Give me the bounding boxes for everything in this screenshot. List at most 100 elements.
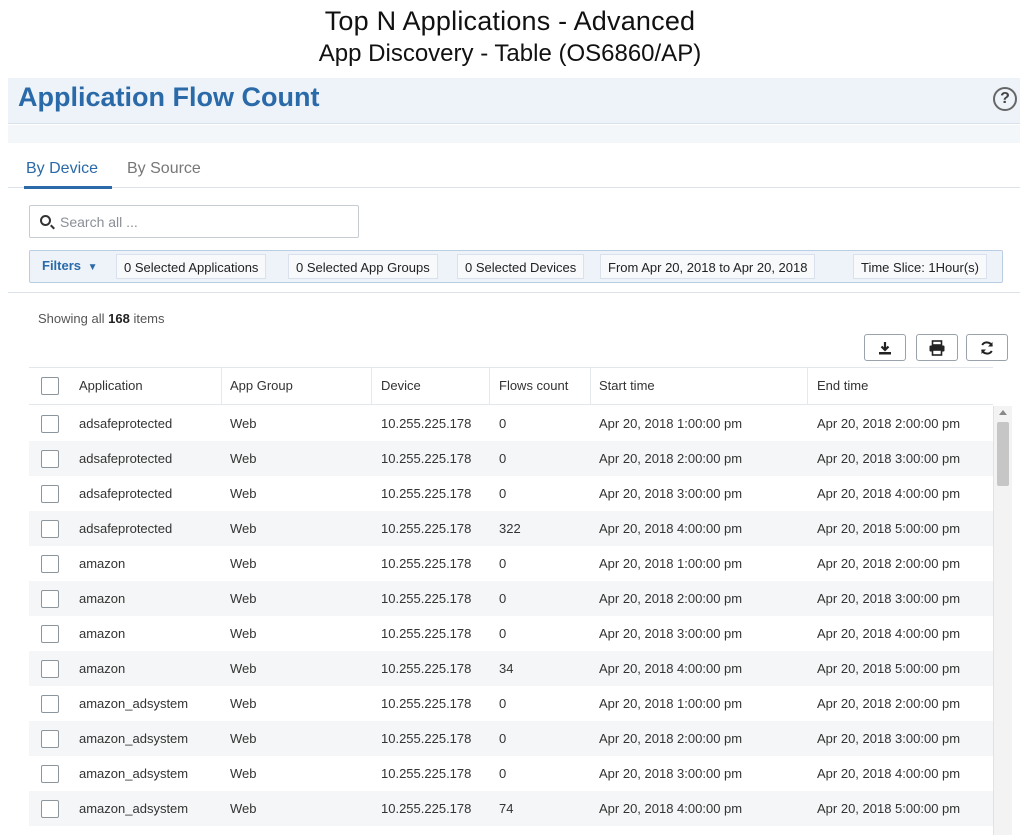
table-row[interactable]: amazon Web 10.255.225.178 34 Apr 20, 2018 4:… — [29, 651, 993, 686]
cell-application: amazon_adsystem — [79, 731, 189, 746]
select-all-checkbox[interactable] — [41, 377, 59, 395]
chevron-down-icon: ▼ — [87, 262, 98, 273]
filters-label: Filters — [42, 258, 82, 273]
column-header-device[interactable]: Device — [381, 368, 421, 404]
row-checkbox[interactable] — [41, 555, 59, 573]
cell-start-time: Apr 20, 2018 2:00:00 pm — [599, 451, 743, 466]
cell-app-group: Web — [230, 486, 257, 501]
tab-by-source[interactable]: By Source — [127, 160, 201, 186]
cell-start-time: Apr 20, 2018 4:00:00 pm — [599, 801, 743, 816]
cell-device: 10.255.225.178 — [381, 801, 472, 816]
column-divider — [489, 368, 490, 405]
cell-application: amazon_adsystem — [79, 766, 189, 781]
download-button[interactable] — [864, 334, 906, 361]
cell-end-time: Apr 20, 2018 4:00:00 pm — [817, 766, 961, 781]
filters-dropdown[interactable]: Filters ▼ — [42, 258, 98, 273]
cell-flows-count: 0 — [499, 731, 507, 746]
column-header-flows-count[interactable]: Flows count — [499, 368, 568, 404]
cell-app-group: Web — [230, 451, 257, 466]
cell-end-time: Apr 20, 2018 2:00:00 pm — [817, 556, 961, 571]
table-row[interactable]: amazon_adsystem Web 10.255.225.178 74 Apr 20… — [29, 791, 993, 826]
cell-start-time: Apr 20, 2018 3:00:00 pm — [599, 766, 743, 781]
cell-start-time: Apr 20, 2018 3:00:00 pm — [599, 486, 743, 501]
row-checkbox[interactable] — [41, 415, 59, 433]
tab-by-device[interactable]: By Device — [24, 160, 113, 189]
cell-flows-count: 322 — [499, 521, 521, 536]
scroll-up-arrow-icon[interactable] — [999, 410, 1007, 415]
table-row[interactable]: amazon Web 10.255.225.178 0 Apr 20, 2018 2:0… — [29, 581, 993, 616]
cell-app-group: Web — [230, 521, 257, 536]
cell-app-group: Web — [230, 696, 257, 711]
column-divider — [371, 368, 372, 405]
scroll-thumb[interactable] — [997, 422, 1009, 486]
table-scrollbar[interactable] — [993, 406, 1012, 835]
table-row[interactable]: amazon_adsystem Web 10.255.225.178 0 Apr 20,… — [29, 686, 993, 721]
cell-application: amazon — [79, 556, 126, 571]
cell-application: amazon — [79, 591, 126, 606]
cell-device: 10.255.225.178 — [381, 416, 472, 431]
cell-end-time: Apr 20, 2018 5:00:00 pm — [817, 801, 961, 816]
row-checkbox[interactable] — [41, 695, 59, 713]
cell-end-time: Apr 20, 2018 2:00:00 pm — [817, 696, 961, 711]
table-row[interactable]: amazon Web 10.255.225.178 0 Apr 20, 2018 3:0… — [29, 616, 993, 651]
table-row[interactable]: adsafeprotected Web 10.255.225.178 0 Apr 20,… — [29, 406, 993, 441]
table-row[interactable]: adsafeprotected Web 10.255.225.178 322 Apr 2… — [29, 511, 993, 546]
header-spacer — [8, 125, 1020, 143]
cell-device: 10.255.225.178 — [381, 591, 472, 606]
table-row[interactable]: adsafeprotected Web 10.255.225.178 0 Apr 20,… — [29, 476, 993, 511]
table-row[interactable]: amazon_adsystem Web 10.255.225.178 0 Apr 20,… — [29, 756, 993, 791]
filter-chip-date-range[interactable]: From Apr 20, 2018 to Apr 20, 2018 — [600, 254, 816, 279]
filter-chip-time-slice[interactable]: Time Slice: 1Hour(s) — [853, 254, 987, 279]
cell-flows-count: 34 — [499, 661, 514, 676]
column-header-end-time[interactable]: End time — [817, 368, 868, 404]
cell-app-group: Web — [230, 731, 257, 746]
cell-start-time: Apr 20, 2018 2:00:00 pm — [599, 731, 743, 746]
cell-device: 10.255.225.178 — [381, 661, 472, 676]
row-checkbox[interactable] — [41, 730, 59, 748]
download-icon — [879, 342, 891, 355]
cell-device: 10.255.225.178 — [381, 766, 472, 781]
cell-application: amazon_adsystem — [79, 696, 189, 711]
print-icon — [929, 340, 945, 356]
row-checkbox[interactable] — [41, 765, 59, 783]
row-checkbox[interactable] — [41, 800, 59, 818]
help-icon[interactable]: ? — [993, 87, 1017, 111]
cell-end-time: Apr 20, 2018 3:00:00 pm — [817, 731, 961, 746]
filter-chip-applications[interactable]: 0 Selected Applications — [116, 254, 267, 279]
row-checkbox[interactable] — [41, 450, 59, 468]
row-checkbox[interactable] — [41, 660, 59, 678]
cell-device: 10.255.225.178 — [381, 486, 472, 501]
refresh-button[interactable] — [966, 334, 1008, 361]
table-row[interactable]: amazon_adsystem Web 10.255.225.178 0 Apr 20,… — [29, 721, 993, 756]
tab-bar: By Device By Source — [8, 154, 1020, 189]
cell-flows-count: 0 — [499, 556, 507, 571]
cell-end-time: Apr 20, 2018 5:00:00 pm — [817, 521, 961, 536]
print-button[interactable] — [916, 334, 958, 361]
cell-app-group: Web — [230, 416, 257, 431]
row-checkbox[interactable] — [41, 625, 59, 643]
cell-app-group: Web — [230, 626, 257, 641]
cell-device: 10.255.225.178 — [381, 696, 472, 711]
column-header-start-time[interactable]: Start time — [599, 368, 655, 404]
cell-app-group: Web — [230, 591, 257, 606]
item-count-suffix: items — [133, 311, 165, 326]
column-divider — [590, 368, 591, 405]
table-row[interactable]: amazon Web 10.255.225.178 0 Apr 20, 2018 1:0… — [29, 546, 993, 581]
filter-chip-app-groups[interactable]: 0 Selected App Groups — [288, 254, 438, 279]
cell-start-time: Apr 20, 2018 1:00:00 pm — [599, 696, 743, 711]
row-checkbox[interactable] — [41, 520, 59, 538]
cell-application: amazon_adsystem — [79, 801, 189, 816]
column-header-application[interactable]: Application — [79, 368, 143, 404]
cell-flows-count: 0 — [499, 416, 507, 431]
row-checkbox[interactable] — [41, 590, 59, 608]
cell-flows-count: 0 — [499, 626, 507, 641]
filter-chip-devices[interactable]: 0 Selected Devices — [457, 254, 585, 279]
column-header-app-group[interactable]: App Group — [230, 368, 293, 404]
cell-start-time: Apr 20, 2018 3:00:00 pm — [599, 626, 743, 641]
cell-start-time: Apr 20, 2018 1:00:00 pm — [599, 416, 743, 431]
table-row[interactable]: adsafeprotected Web 10.255.225.178 0 Apr 20,… — [29, 441, 993, 476]
filter-bar: Filters ▼ 0 Selected Applications 0 Sele… — [29, 250, 1003, 283]
search-input[interactable] — [60, 211, 350, 233]
document-subtitle: App Discovery - Table (OS6860/AP) — [318, 40, 702, 67]
row-checkbox[interactable] — [41, 485, 59, 503]
